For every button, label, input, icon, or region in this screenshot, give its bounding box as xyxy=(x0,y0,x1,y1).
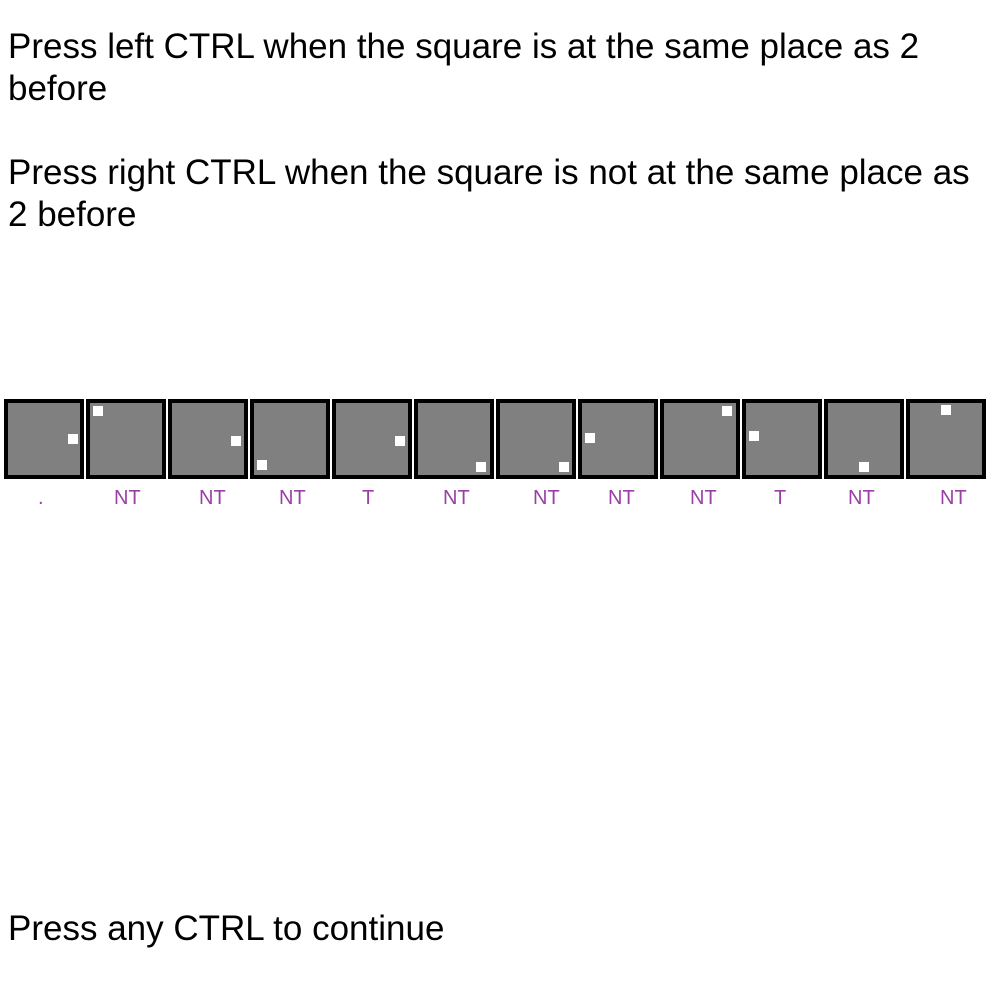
stimulus-square xyxy=(395,436,405,446)
trial-label: NT xyxy=(690,487,717,509)
trial-label: NT xyxy=(114,487,141,509)
stimulus-square xyxy=(941,405,951,415)
trial-label: NT xyxy=(848,487,875,509)
stimulus-square xyxy=(722,406,732,416)
sequence-tile-10 xyxy=(742,399,822,479)
stimulus-square xyxy=(231,436,241,446)
trial-label: NT xyxy=(279,487,306,509)
sequence-tile-8 xyxy=(578,399,658,479)
sequence-tile-7 xyxy=(496,399,576,479)
instruction-right-ctrl: Press right CTRL when the square is not … xyxy=(8,153,970,234)
stimulus-square xyxy=(257,460,267,470)
trial-label: NT xyxy=(940,487,967,509)
trial-label: . xyxy=(38,487,44,509)
instruction-left-ctrl: Press left CTRL when the square is at th… xyxy=(8,27,920,108)
sequence-tile-12 xyxy=(906,399,986,479)
stimulus-square xyxy=(93,406,103,416)
sequence-tile-6 xyxy=(414,399,494,479)
stimulus-square xyxy=(859,462,869,472)
trial-label: NT xyxy=(443,487,470,509)
trial-label: NT xyxy=(199,487,226,509)
sequence-tile-1 xyxy=(4,399,84,479)
stimulus-square xyxy=(749,431,759,441)
sequence-tile-4 xyxy=(250,399,330,479)
trial-label: NT xyxy=(533,487,560,509)
stimulus-square xyxy=(585,433,595,443)
stimulus-square xyxy=(559,462,569,472)
continue-prompt: Press any CTRL to continue xyxy=(8,909,445,948)
stimulus-square xyxy=(68,434,78,444)
stimulus-square xyxy=(476,462,486,472)
sequence-tile-3 xyxy=(168,399,248,479)
sequence-tile-2 xyxy=(86,399,166,479)
trial-label: T xyxy=(774,487,787,509)
sequence-tile-5 xyxy=(332,399,412,479)
trial-label: T xyxy=(362,487,375,509)
trial-label: NT xyxy=(608,487,635,509)
sequence-tile-9 xyxy=(660,399,740,479)
sequence-tile-11 xyxy=(824,399,904,479)
